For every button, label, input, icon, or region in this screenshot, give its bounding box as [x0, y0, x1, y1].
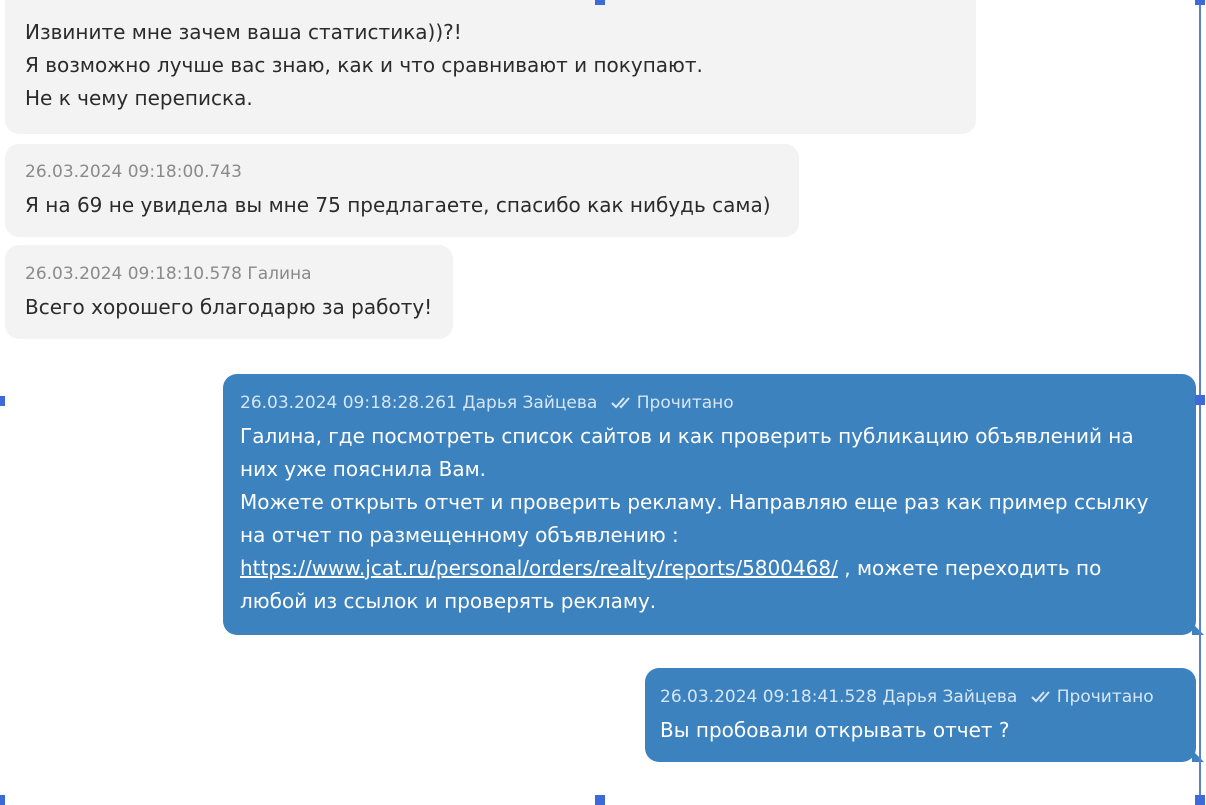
resize-handle-bottom-right[interactable] [1195, 795, 1205, 805]
message-meta: 26.03.2024 09:18:28.261 Дарья Зайцева Пр… [240, 389, 1176, 417]
message-text-line: любой из ссылок и проверять рекламу. [240, 589, 657, 613]
message-text: Вы пробовали открывать отчет ? [660, 718, 1010, 742]
message-text-line: них уже пояснила Вам. [240, 457, 487, 481]
message-text-line: на отчет по размещенному объявлению : [240, 523, 679, 547]
report-link[interactable]: https://www.jcat.ru/personal/orders/real… [240, 556, 838, 580]
outgoing-message: 26.03.2024 09:18:28.261 Дарья Зайцева Пр… [223, 374, 1196, 635]
message-text: Всего хорошего благодарю за работу! [25, 295, 433, 319]
message-author: Галина [247, 264, 312, 284]
outgoing-message: 26.03.2024 09:18:41.528 Дарья Зайцева Пр… [645, 668, 1196, 762]
message-text-line: Можете открыть отчет и проверить рекламу… [240, 490, 1149, 514]
incoming-message: 26.03.2024 09:18:10.578 Галина Всего хор… [5, 245, 453, 339]
message-timestamp: 26.03.2024 09:18:28.261 [240, 393, 457, 413]
resize-handle-bottom-left[interactable] [0, 795, 5, 805]
message-text-line: Я возможно лучше вас знаю, как и что сра… [25, 53, 703, 77]
message-text-fragment: , можете переходить по [837, 556, 1102, 580]
message-meta: 26.03.2024 09:18:41.528 Дарья Зайцева Пр… [660, 683, 1176, 711]
message-text-line: Извините мне зачем ваша статистика))?! [25, 20, 462, 44]
resize-handle-bottom[interactable] [595, 795, 605, 805]
message-text-line: Не к чему переписка. [25, 86, 253, 110]
double-check-icon [611, 389, 633, 417]
incoming-message: Извините мне зачем ваша статистика))?! Я… [5, 0, 976, 134]
message-meta: 26.03.2024 09:18:00.743 [25, 158, 779, 186]
resize-handle-right[interactable] [1195, 395, 1205, 405]
double-check-icon [1031, 683, 1053, 711]
message-text: Я на 69 не увидела вы мне 75 предлагаете… [25, 193, 771, 217]
message-text-line: https://www.jcat.ru/personal/orders/real… [240, 552, 1176, 585]
read-status: Прочитано [636, 393, 734, 413]
message-author: Дарья Зайцева [462, 393, 598, 413]
message-timestamp: 26.03.2024 09:18:41.528 [660, 687, 877, 707]
resize-handle-top-right[interactable] [1195, 0, 1205, 5]
resize-handle-left[interactable] [0, 396, 5, 406]
message-text-line: Галина, где посмотреть список сайтов и к… [240, 424, 1134, 448]
message-meta: 26.03.2024 09:18:10.578 Галина [25, 260, 433, 288]
message-timestamp: 26.03.2024 09:18:00.743 [25, 162, 242, 182]
incoming-message: 26.03.2024 09:18:00.743 Я на 69 не увиде… [5, 144, 799, 237]
read-status: Прочитано [1056, 687, 1154, 707]
message-timestamp: 26.03.2024 09:18:10.578 [25, 264, 242, 284]
resize-handle-top[interactable] [595, 0, 605, 5]
message-author: Дарья Зайцева [882, 687, 1018, 707]
